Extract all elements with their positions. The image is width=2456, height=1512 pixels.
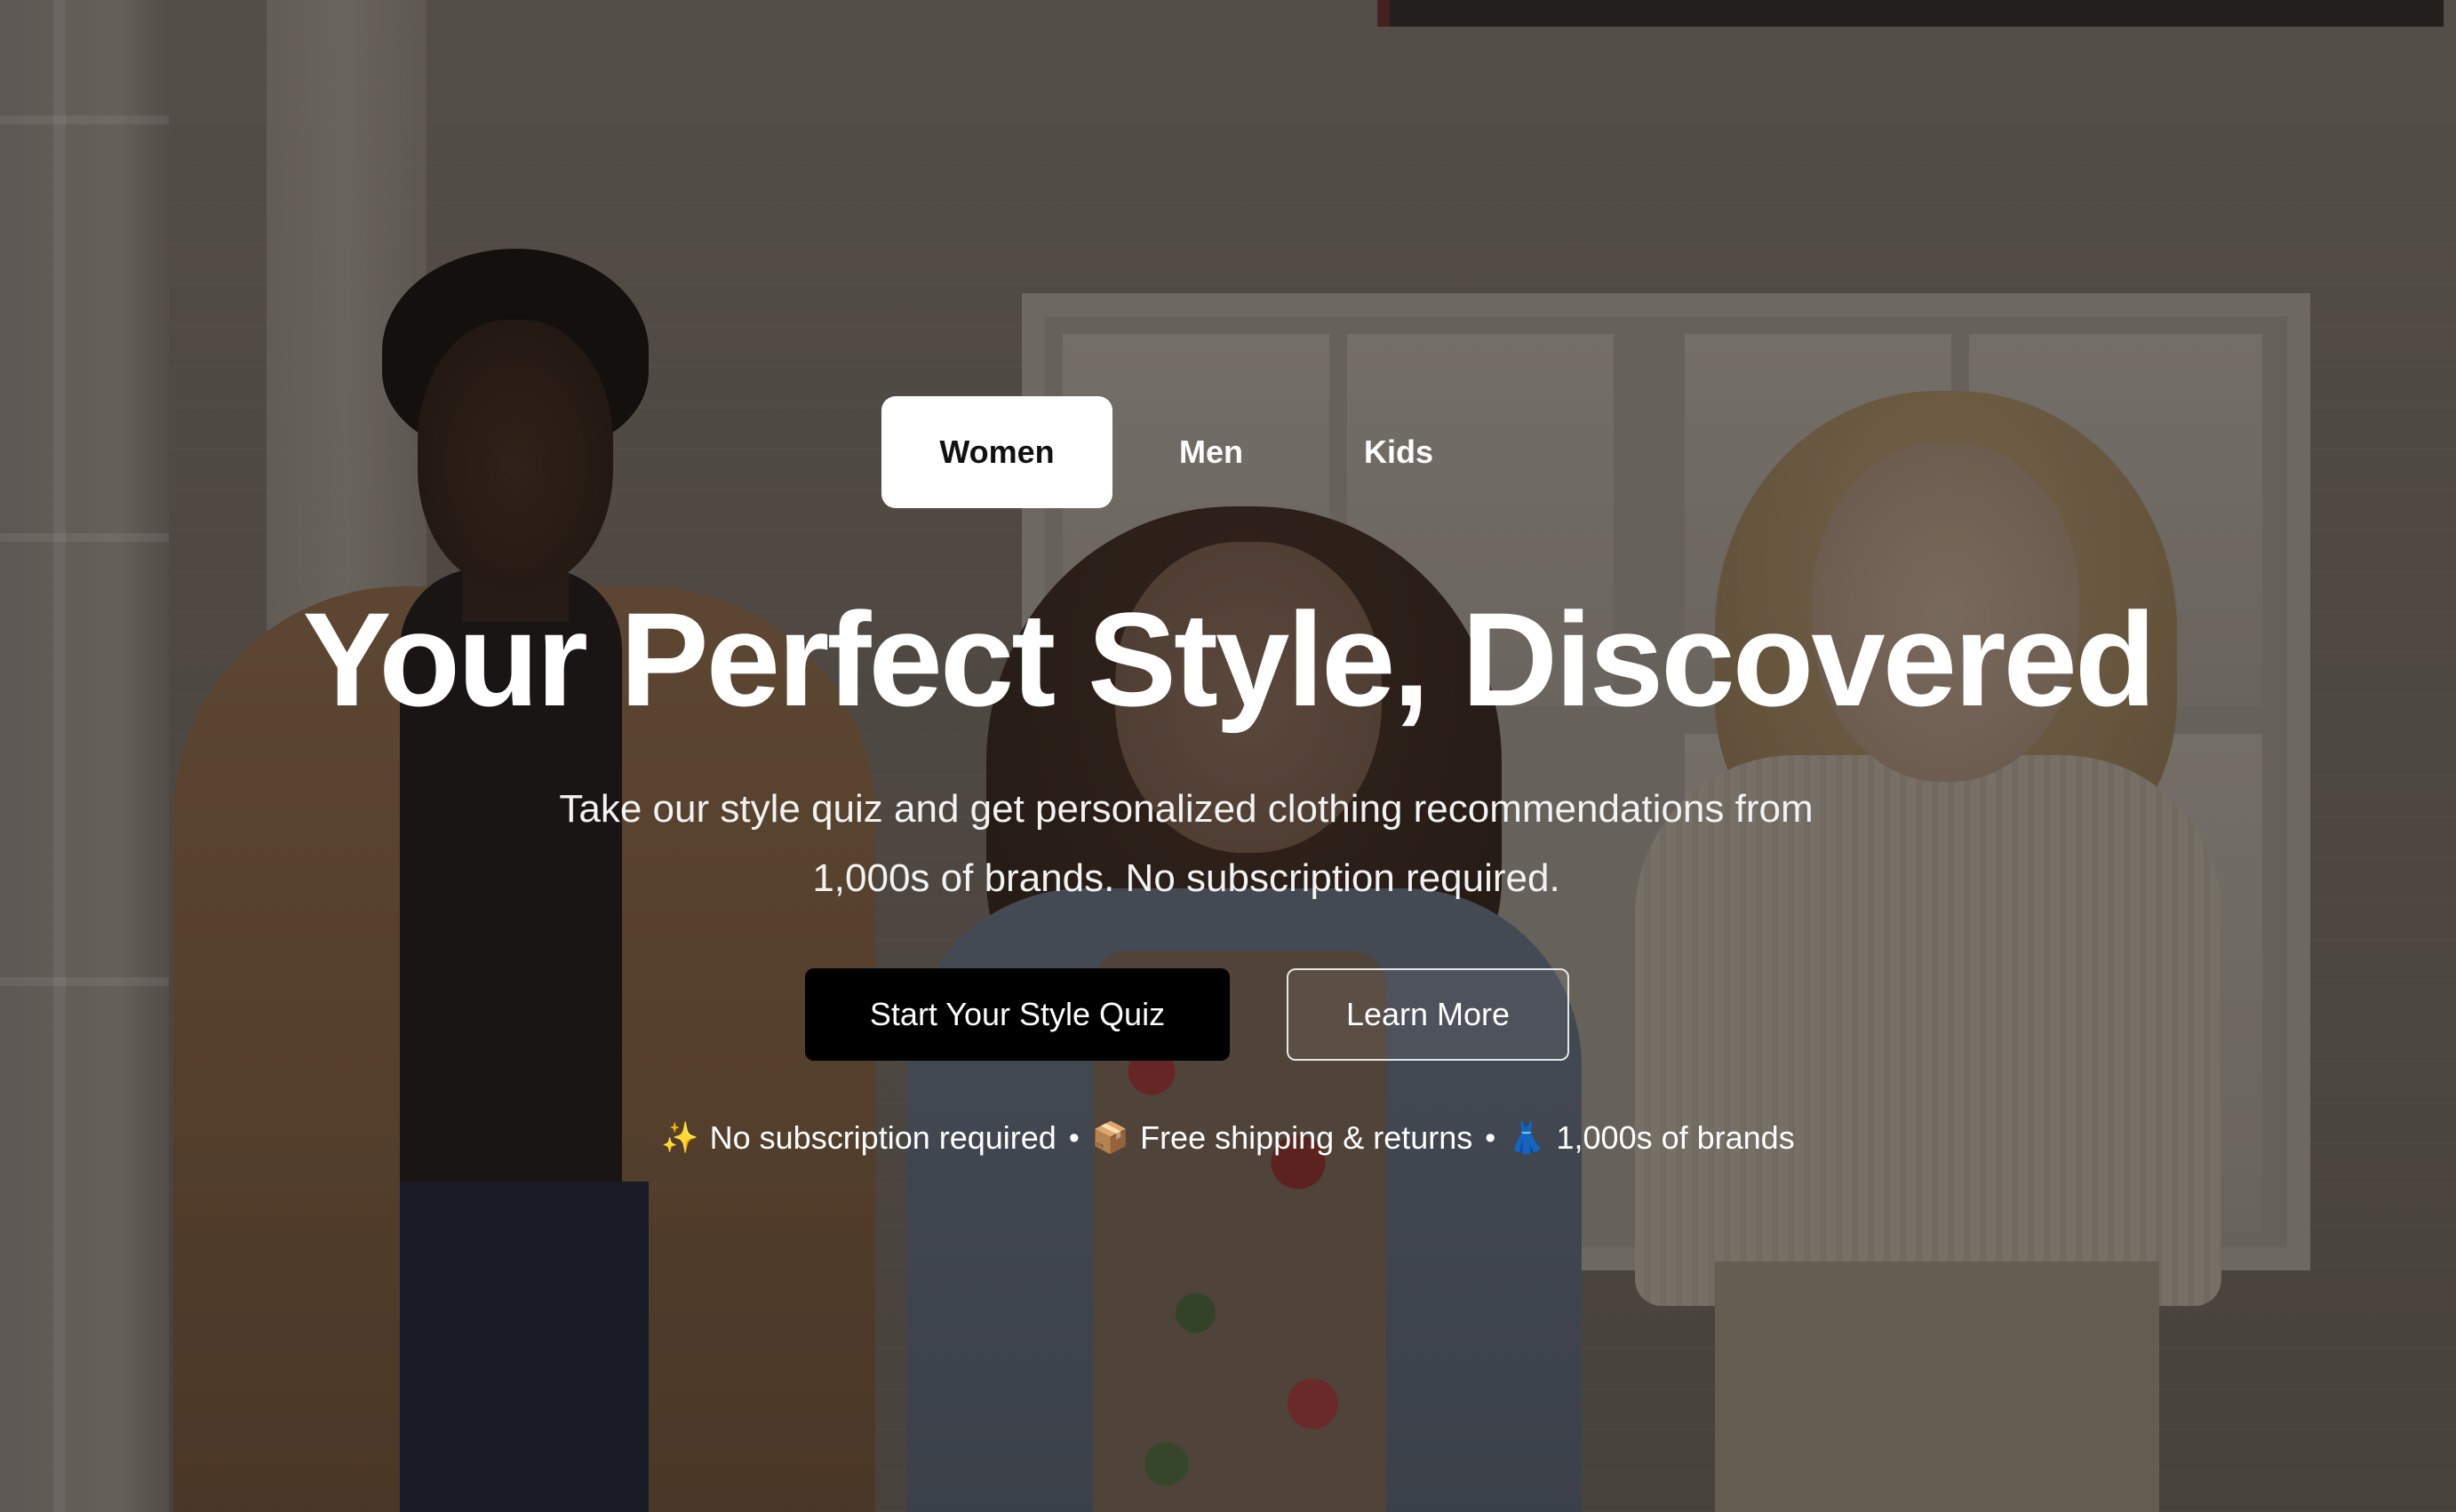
- perks-row: ✨ No subscription required • 📦 Free ship…: [0, 1119, 2456, 1157]
- hero-subtitle: Take our style quiz and get personalized…: [498, 775, 1875, 913]
- start-style-quiz-button[interactable]: Start Your Style Quiz: [805, 968, 1230, 1061]
- learn-more-button[interactable]: Learn More: [1287, 968, 1569, 1061]
- sparkles-icon: ✨: [661, 1121, 699, 1155]
- tab-women[interactable]: Women: [881, 396, 1112, 508]
- perk-label: 1,000s of brands: [1556, 1119, 1795, 1156]
- hero-content: Women Men Kids Your Perfect Style, Disco…: [0, 0, 2456, 1512]
- package-icon: 📦: [1091, 1121, 1130, 1155]
- perk-brands: 👗 1,000s of brands: [1508, 1119, 1795, 1157]
- cta-row: Start Your Style Quiz Learn More: [805, 968, 1569, 1061]
- tab-men[interactable]: Men: [1112, 396, 1310, 508]
- perk-label: Free shipping & returns: [1140, 1119, 1473, 1156]
- gender-tabs: Women Men Kids: [881, 396, 1487, 508]
- hero-headline: Your Perfect Style, Discovered: [302, 585, 2156, 734]
- subtitle-line-2: 1,000s of brands. No subscription requir…: [812, 856, 1560, 900]
- separator-dot: •: [1068, 1120, 1080, 1155]
- separator-dot: •: [1485, 1120, 1496, 1155]
- perk-no-subscription: ✨ No subscription required: [661, 1119, 1057, 1157]
- dress-icon: 👗: [1508, 1121, 1546, 1155]
- subtitle-line-1: Take our style quiz and get personalized…: [559, 787, 1814, 831]
- tab-kids[interactable]: Kids: [1310, 396, 1487, 508]
- perk-free-shipping: 📦 Free shipping & returns: [1092, 1119, 1473, 1157]
- perk-label: No subscription required: [709, 1119, 1057, 1156]
